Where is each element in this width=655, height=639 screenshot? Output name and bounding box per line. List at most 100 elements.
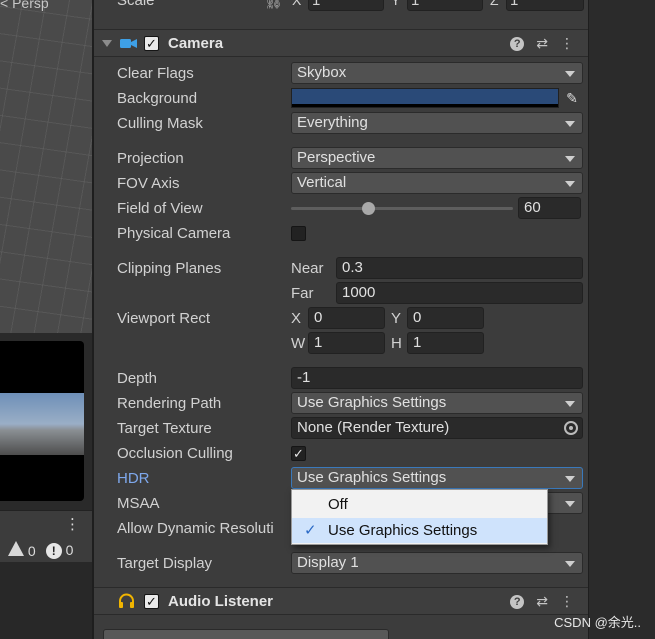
skybox-preview (0, 393, 84, 455)
menu-item-label: Use Graphics Settings (328, 522, 478, 539)
presets-icon[interactable]: ⇄ (536, 593, 548, 610)
viewport-x-label[interactable]: X (291, 310, 301, 327)
watermark: CSDN @余光.. (554, 615, 641, 630)
object-picker-icon[interactable] (564, 421, 578, 435)
hdr-label: HDR (117, 470, 150, 487)
checkmark-icon: ✓ (304, 522, 317, 539)
hdr-popup-menu: Off ✓ Use Graphics Settings (291, 489, 548, 545)
chevron-down-icon (565, 476, 575, 482)
audio-listener-title: Audio Listener (168, 593, 274, 610)
rendering-path-dropdown[interactable]: Use Graphics Settings (291, 392, 583, 414)
scale-z-field[interactable]: 1 (506, 0, 584, 11)
near-clip-input[interactable]: 0.3 (336, 257, 583, 279)
more-options-icon[interactable]: ⋮ (560, 593, 574, 610)
target-texture-label: Target Texture (117, 420, 212, 437)
add-component-button[interactable] (103, 629, 389, 639)
more-options-icon[interactable]: ⋮ (65, 515, 80, 533)
field-of-view-slider[interactable] (291, 207, 513, 210)
far-label[interactable]: Far (291, 285, 314, 302)
constrain-proportions-icon[interactable]: ⛓ (264, 0, 283, 10)
alpha-bar (292, 104, 558, 107)
msaa-label: MSAA (117, 495, 160, 512)
error-count: 0 (65, 541, 74, 558)
warning-count: 0 (27, 543, 36, 559)
viewport-w-label[interactable]: W (291, 335, 305, 352)
scale-y-label[interactable]: Y (391, 0, 400, 8)
projection-value: Perspective (297, 149, 376, 166)
viewport-h-input[interactable]: 1 (407, 332, 484, 354)
camera-component-header[interactable]: ✓ Camera ? ⇄ ⋮ (94, 29, 588, 57)
clipping-planes-label: Clipping Planes (117, 260, 222, 277)
target-display-value: Display 1 (297, 554, 359, 571)
transform-scale-row: Scale ⛓ X 1 Y 1 Z 1 (94, 0, 588, 16)
allow-dynamic-resolution-label: Allow Dynamic Resoluti (117, 520, 274, 537)
eyedropper-icon[interactable]: ✎ (562, 88, 582, 108)
viewport-h-label[interactable]: H (391, 335, 402, 352)
headphones-icon (118, 593, 135, 612)
warning-toggle[interactable]: 0 (8, 541, 36, 559)
presets-icon[interactable]: ⇄ (536, 35, 548, 52)
error-toggle[interactable]: ! 0 (45, 541, 74, 559)
target-display-dropdown[interactable]: Display 1 (291, 552, 583, 574)
warning-icon (8, 541, 24, 556)
viewport-rect-label: Viewport Rect (117, 310, 211, 327)
culling-mask-value: Everything (297, 114, 368, 131)
target-display-label: Target Display (117, 555, 213, 572)
help-icon[interactable]: ? (510, 37, 525, 51)
fov-axis-dropdown[interactable]: Vertical (291, 172, 583, 194)
more-options-icon[interactable]: ⋮ (560, 35, 574, 52)
camera-enabled-checkbox[interactable]: ✓ (144, 36, 159, 51)
scale-z-label[interactable]: Z (490, 0, 499, 8)
scale-y-field[interactable]: 1 (407, 0, 483, 11)
background-color-field[interactable] (291, 88, 559, 108)
inspector-scroll-gutter (588, 0, 655, 639)
target-texture-field[interactable]: None (Render Texture) (291, 417, 583, 439)
chevron-down-icon (565, 401, 575, 407)
menu-item-use-graphics-settings[interactable]: ✓ Use Graphics Settings (292, 518, 547, 543)
error-icon: ! (45, 542, 62, 559)
field-of-view-slider-handle[interactable] (362, 202, 376, 215)
scale-x-label[interactable]: X (292, 0, 301, 8)
chevron-down-icon (565, 181, 575, 187)
viewport-y-input[interactable]: 0 (407, 307, 484, 329)
game-view[interactable] (0, 333, 92, 510)
scene-view[interactable]: < Persp (0, 0, 92, 333)
camera-preview (0, 341, 84, 501)
viewport-y-label[interactable]: Y (391, 310, 401, 327)
clear-flags-dropdown[interactable]: Skybox (291, 62, 583, 84)
chevron-down-icon (565, 71, 575, 77)
hdr-dropdown[interactable]: Use Graphics Settings (291, 467, 583, 489)
occlusion-culling-checkbox[interactable]: ✓ (291, 446, 306, 461)
projection-label: Projection (117, 150, 184, 167)
far-clip-input[interactable]: 1000 (336, 282, 583, 304)
audio-listener-enabled-checkbox[interactable]: ✓ (144, 594, 159, 609)
camera-title: Camera (168, 35, 224, 52)
chevron-down-icon (565, 501, 575, 507)
fov-axis-label: FOV Axis (117, 175, 180, 192)
project-pane (0, 562, 92, 639)
physical-camera-checkbox[interactable] (291, 226, 306, 241)
projection-dropdown[interactable]: Perspective (291, 147, 583, 169)
foldout-arrow-icon[interactable] (102, 40, 112, 47)
depth-input[interactable]: -1 (291, 367, 583, 389)
menu-item-off[interactable]: Off (292, 492, 547, 517)
target-texture-value: None (Render Texture) (297, 419, 450, 436)
scene-perspective-label[interactable]: < Persp (0, 0, 49, 11)
audio-listener-component-header[interactable]: ✓ Audio Listener ? ⇄ ⋮ (94, 587, 588, 615)
scene-grid (0, 0, 92, 333)
hdr-value: Use Graphics Settings (297, 469, 447, 486)
culling-mask-dropdown[interactable]: Everything (291, 112, 583, 134)
chevron-down-icon (565, 156, 575, 162)
field-of-view-label: Field of View (117, 200, 203, 217)
viewport-x-input[interactable]: 0 (308, 307, 385, 329)
field-of-view-input[interactable]: 60 (518, 197, 581, 219)
camera-icon (120, 37, 137, 54)
near-label[interactable]: Near (291, 260, 324, 277)
physical-camera-label: Physical Camera (117, 225, 231, 242)
chevron-down-icon (565, 561, 575, 567)
help-icon[interactable]: ? (510, 595, 525, 609)
occlusion-culling-label: Occlusion Culling (117, 445, 233, 462)
scale-x-field[interactable]: 1 (308, 0, 384, 11)
viewport-w-input[interactable]: 1 (308, 332, 385, 354)
chevron-down-icon (565, 121, 575, 127)
